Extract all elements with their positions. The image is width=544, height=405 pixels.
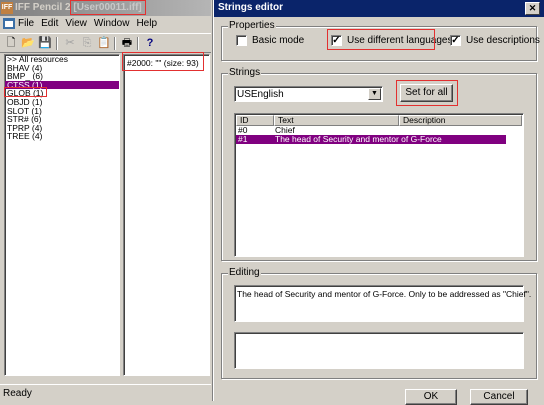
cut-icon[interactable]: ✂ — [62, 36, 78, 51]
menu-edit[interactable]: Edit — [41, 18, 58, 29]
description-field[interactable] — [234, 332, 524, 369]
chevron-down-icon[interactable]: ▼ — [368, 88, 381, 100]
print-icon[interactable]: 🖶 — [119, 36, 135, 51]
dialog-titlebar[interactable]: Strings editor ✕ — [214, 0, 544, 17]
toolbar-separator — [56, 37, 58, 50]
use-descriptions-label: Use descriptions — [466, 35, 540, 46]
string-text-field[interactable]: The head of Security and mentor of G-For… — [234, 285, 531, 322]
new-icon[interactable]: 🗋 — [3, 36, 19, 51]
item-list[interactable]: #2000: "" (size: 93) — [123, 54, 210, 376]
open-icon[interactable]: 📂 — [20, 36, 36, 51]
resource-item[interactable]: TREE (4) — [5, 132, 119, 141]
menu-view[interactable]: View — [65, 18, 87, 29]
ok-button[interactable]: OK — [405, 389, 457, 405]
app-title: IFF Pencil 2 — [15, 2, 71, 13]
cell-id: #1 — [238, 134, 248, 144]
menubar: File Edit View Window Help — [0, 16, 211, 32]
iff-pencil-window: IFF IFF Pencil 2 [User00011.iff] File Ed… — [0, 0, 211, 401]
basic-mode-checkbox[interactable]: Basic mode — [236, 35, 304, 46]
basic-mode-label: Basic mode — [252, 35, 305, 46]
column-header-description[interactable]: Description — [399, 115, 522, 126]
dialog-title: Strings editor — [218, 2, 284, 13]
toolbar-separator — [137, 37, 139, 50]
strings-table[interactable]: ID Text Description #0 Chief #1 The head… — [234, 113, 524, 257]
close-icon[interactable]: ✕ — [525, 2, 540, 15]
save-icon[interactable]: 💾 — [37, 36, 53, 51]
use-languages-highlight — [327, 29, 435, 50]
cancel-button[interactable]: Cancel — [470, 389, 528, 405]
language-select[interactable]: USEnglish ▼ — [234, 86, 383, 102]
language-value: USEnglish — [237, 89, 284, 100]
menu-help[interactable]: Help — [136, 18, 157, 29]
resource-list[interactable]: >> All resources BHAV (4) BMP_ (6) CTSS … — [4, 54, 120, 376]
main-titlebar[interactable]: IFF IFF Pencil 2 [User00011.iff] — [0, 0, 211, 16]
cell-text: Chief — [275, 126, 295, 135]
toolbar-separator — [114, 37, 116, 50]
status-text: Ready — [3, 388, 32, 399]
checkbox-box-checked[interactable]: ✓ — [450, 35, 461, 46]
table-row-selected[interactable]: #1 The head of Security and mentor of G-… — [236, 135, 506, 144]
menu-window[interactable]: Window — [94, 18, 130, 29]
help-icon[interactable]: ? — [142, 36, 158, 51]
iff-app-icon: IFF — [1, 2, 13, 14]
editing-legend: Editing — [228, 267, 261, 278]
use-descriptions-checkbox[interactable]: ✓ Use descriptions — [450, 35, 540, 46]
string-text-value: The head of Security and mentor of G-For… — [237, 289, 532, 299]
table-header: ID Text Description — [236, 115, 522, 126]
checkbox-box[interactable] — [236, 35, 247, 46]
column-header-text[interactable]: Text — [274, 115, 399, 126]
paste-icon[interactable]: 📋 — [96, 36, 112, 51]
item-highlight — [122, 52, 204, 71]
statusbar: Ready — [0, 384, 211, 401]
strings-editor-dialog: Strings editor ✕ Properties Basic mode ✓… — [213, 0, 544, 405]
toolbar: 🗋 📂 💾 ✂ ⎘ 📋 🖶 ? — [0, 33, 211, 53]
strings-legend: Strings — [228, 67, 262, 78]
copy-icon[interactable]: ⎘ — [79, 36, 95, 51]
properties-legend: Properties — [228, 20, 276, 31]
resource-highlight — [4, 87, 47, 97]
set-for-all-highlight — [396, 80, 458, 106]
menu-file[interactable]: File — [18, 18, 34, 29]
cell-text: The head of Security and mentor of G-For… — [275, 135, 442, 144]
mdi-window-icon[interactable] — [3, 18, 15, 29]
file-name-highlight — [70, 0, 146, 15]
table-row[interactable]: #0 Chief — [236, 126, 506, 135]
